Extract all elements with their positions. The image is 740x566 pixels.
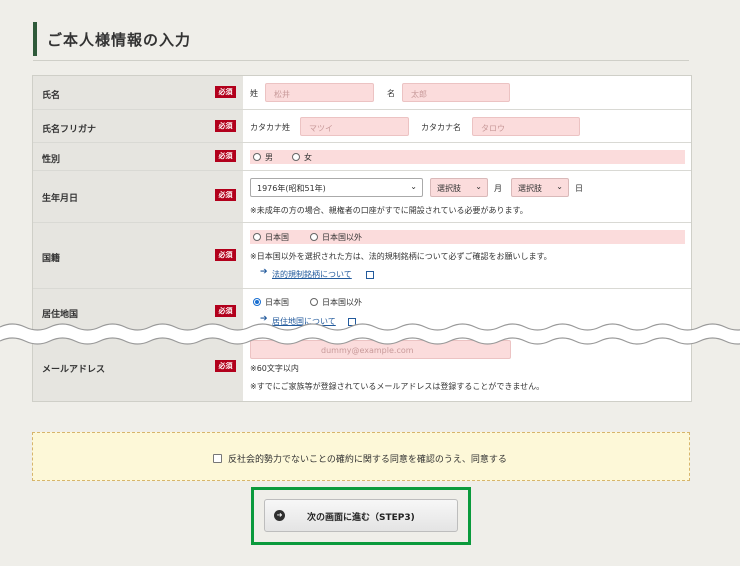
next-step-button[interactable]: ➜ 次の画面に進む（STEP3) <box>264 499 458 532</box>
birth-year-select[interactable]: 1976年(昭和51年) ⌄ <box>250 178 423 197</box>
gender-male-label[interactable]: 男 <box>265 152 273 163</box>
residence-other-radio[interactable] <box>310 298 318 306</box>
nationality-japan-label[interactable]: 日本国 <box>265 232 289 243</box>
consent-label[interactable]: 反社会的勢力でないことの確約に関する同意を確認のうえ、同意する <box>228 452 507 465</box>
email-note: ※すでにご家族等が登録されているメールアドレスは登録することができません。 <box>250 382 545 391</box>
residence-other-label[interactable]: 日本国以外 <box>322 297 362 308</box>
required-badge: 必須 <box>215 249 236 261</box>
birth-month-select[interactable]: 選択肢 ⌄ <box>430 178 488 197</box>
arrow-right-icon: ➔ <box>260 267 268 277</box>
chevron-down-icon: ⌄ <box>556 182 563 191</box>
sei-label: 姓 <box>250 89 258 98</box>
residence-japan-label[interactable]: 日本国 <box>265 297 289 308</box>
torn-page-divider <box>0 323 740 345</box>
kana-mei-label: カタカナ名 <box>421 123 461 132</box>
email-label: メールアドレス <box>42 365 106 375</box>
row-nationality: 国籍 必須 日本国 日本国以外 ※日本国以外を選択された方は、法的規制銘柄につい… <box>33 222 691 289</box>
consent-checkbox[interactable] <box>213 454 222 463</box>
nationality-other-radio[interactable] <box>310 233 318 241</box>
nationality-japan-radio[interactable] <box>253 233 261 241</box>
nationality-label: 国籍 <box>42 254 61 264</box>
section-accent-bar <box>33 22 37 56</box>
row-gender: 性別 必須 男 女 <box>33 142 691 171</box>
row-furigana: 氏名フリガナ 必須 カタカナ姓 マツイ カタカナ名 タロウ <box>33 109 691 143</box>
chevron-down-icon: ⌄ <box>475 182 482 191</box>
birth-month-value: 選択肢 <box>437 184 461 193</box>
required-badge: 必須 <box>215 86 236 98</box>
name-label: 氏名 <box>42 91 61 101</box>
gender-label: 性別 <box>42 155 61 165</box>
required-badge: 必須 <box>215 305 236 317</box>
personal-info-form: 氏名 必須 姓 松井 名 太郎 氏名フリガナ 必須 カタカナ姓 マツイ カタカナ… <box>32 75 692 402</box>
furigana-label: 氏名フリガナ <box>42 125 97 135</box>
nationality-other-label[interactable]: 日本国以外 <box>322 232 362 243</box>
email-limit-note: ※60文字以内 <box>250 364 299 373</box>
day-unit: 日 <box>575 184 583 193</box>
residence-japan-radio[interactable] <box>253 298 261 306</box>
birth-year-value: 1976年(昭和51年) <box>257 184 326 193</box>
month-unit: 月 <box>494 184 502 193</box>
required-badge: 必須 <box>215 360 236 372</box>
next-step-label: 次の画面に進む（STEP3) <box>307 513 415 523</box>
regulated-stocks-link[interactable]: 法的規制銘柄について <box>272 269 352 280</box>
section-header: ご本人様情報の入力 <box>33 22 689 61</box>
kana-sei-input[interactable]: マツイ <box>300 117 409 136</box>
required-badge: 必須 <box>215 189 236 201</box>
birthdate-note: ※未成年の方の場合、親権者の口座がすでに開設されている必要があります。 <box>250 206 528 215</box>
row-birthdate: 生年月日 必須 1976年(昭和51年) ⌄ 選択肢 ⌄ 月 選択肢 ⌄ 日 ※… <box>33 170 691 223</box>
consent-box: 反社会的勢力でないことの確約に関する同意を確認のうえ、同意する <box>32 432 690 481</box>
chevron-down-icon: ⌄ <box>410 182 417 191</box>
row-name: 氏名 必須 姓 松井 名 太郎 <box>33 76 691 109</box>
birthdate-label: 生年月日 <box>42 194 79 204</box>
birth-day-select[interactable]: 選択肢 ⌄ <box>511 178 569 197</box>
required-badge: 必須 <box>215 120 236 132</box>
nationality-note: ※日本国以外を選択された方は、法的規制銘柄について必ずご確認をお願いします。 <box>250 252 552 261</box>
gender-female-label[interactable]: 女 <box>304 152 312 163</box>
gender-male-radio[interactable] <box>253 153 261 161</box>
kana-mei-input[interactable]: タロウ <box>472 117 580 136</box>
birth-day-value: 選択肢 <box>518 184 542 193</box>
sei-input[interactable]: 松井 <box>265 83 374 102</box>
external-link-icon <box>366 271 374 279</box>
section-title: ご本人様情報の入力 <box>47 31 192 49</box>
mei-label: 名 <box>387 89 395 98</box>
kana-sei-label: カタカナ姓 <box>250 123 290 132</box>
required-badge: 必須 <box>215 150 236 162</box>
arrow-circle-right-icon: ➜ <box>274 510 285 521</box>
gender-field-band <box>250 150 685 164</box>
mei-input[interactable]: 太郎 <box>402 83 510 102</box>
gender-female-radio[interactable] <box>292 153 300 161</box>
